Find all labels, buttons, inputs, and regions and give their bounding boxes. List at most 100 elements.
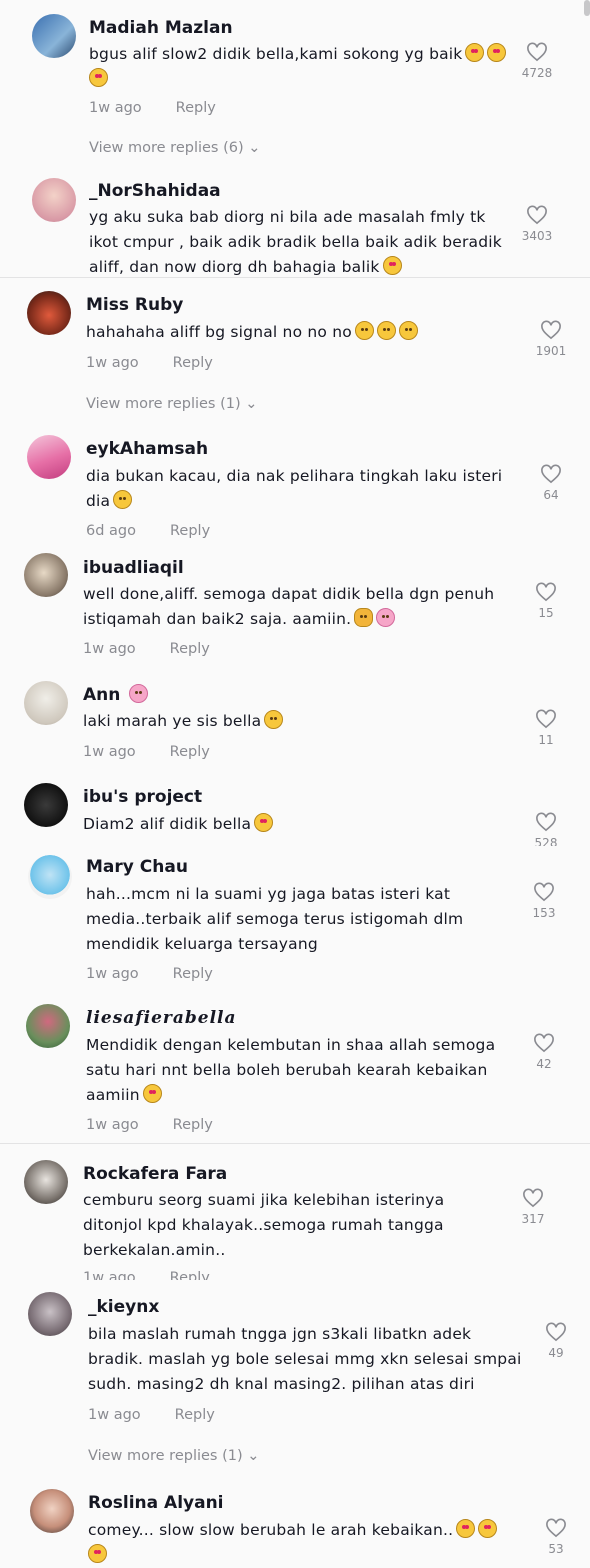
like-button[interactable]: 64 (531, 464, 571, 502)
username[interactable]: Rockafera Fara (83, 1164, 227, 1184)
reply-button[interactable]: Reply (170, 641, 210, 657)
like-button[interactable]: 317 (513, 1188, 553, 1226)
like-count: 11 (538, 733, 554, 747)
smiling-face-hearts-icon (456, 1519, 476, 1538)
bouquet-icon (376, 608, 396, 627)
avatar[interactable] (28, 855, 72, 899)
comment-text: dia bukan kacau, dia nak pelihara tingka… (86, 467, 503, 510)
reply-button[interactable]: Reply (170, 744, 210, 760)
like-count: 53 (548, 1542, 564, 1556)
comment-text: comey... slow slow berubah le arah kebai… (88, 1518, 508, 1568)
avatar[interactable] (27, 435, 71, 479)
like-count: 153 (532, 906, 556, 920)
view-more-replies[interactable]: View more replies (1) ⌄ (86, 396, 257, 412)
view-more-replies[interactable]: View more replies (1) ⌄ (88, 1448, 259, 1464)
like-button[interactable]: 4728 (517, 42, 557, 80)
comment-text: cemburu seorg suami jika kelebihan ister… (83, 1191, 445, 1259)
username[interactable]: _NorShahidaa (89, 181, 221, 201)
heart-outline-icon (536, 709, 556, 729)
like-count: 64 (543, 488, 559, 502)
avatar[interactable] (24, 783, 68, 827)
username[interactable]: Ann (83, 684, 149, 705)
avatar[interactable] (28, 1292, 72, 1336)
avatar[interactable] (32, 178, 76, 222)
open-hands-icon (354, 608, 374, 627)
reply-button[interactable]: Reply (173, 1117, 213, 1133)
comment-text: Diam2 alif didik bella (83, 812, 503, 837)
reply-button[interactable]: Reply (170, 1270, 210, 1280)
username[interactable]: Madiah Mazlan (89, 18, 233, 38)
view-more-replies[interactable]: View more replies (6) ⌄ (89, 140, 260, 156)
grinning-face-icon (376, 321, 396, 340)
heart-outline-icon (541, 464, 561, 484)
like-count: 42 (536, 1057, 552, 1071)
scrollbar[interactable] (584, 0, 590, 16)
comment-meta: 1w ago Reply (86, 966, 213, 982)
like-button[interactable]: 3403 (517, 205, 557, 243)
heart-outline-icon (527, 42, 547, 62)
comment-text: well done,aliff. semoga dapat didik bell… (83, 585, 495, 628)
username[interactable]: ibu's project (83, 787, 202, 807)
reply-button[interactable]: Reply (170, 523, 210, 539)
comment-meta: 1w ago Reply (89, 100, 216, 116)
username[interactable]: liesafierabella (86, 1008, 237, 1028)
comment-meta: 1w ago Reply (83, 1270, 210, 1280)
like-button[interactable]: 53 (536, 1518, 576, 1556)
grinning-face-icon (398, 321, 418, 340)
like-count: 317 (521, 1212, 545, 1226)
username[interactable]: Mary Chau (86, 857, 188, 877)
username[interactable]: Miss Ruby (86, 295, 183, 315)
grinning-sweat-face-icon (264, 710, 284, 729)
avatar[interactable] (30, 1489, 74, 1533)
heart-outline-icon (534, 1033, 554, 1053)
worried-face-icon (113, 490, 133, 509)
like-count: 15 (538, 606, 554, 620)
smiling-face-hearts-icon (382, 256, 402, 275)
like-button[interactable]: 42 (524, 1033, 564, 1071)
reply-button[interactable]: Reply (175, 1407, 215, 1423)
heart-outline-icon (527, 205, 547, 225)
like-button[interactable]: 49 (536, 1322, 576, 1360)
comment-meta: 1w ago Reply (86, 355, 213, 371)
username[interactable]: _kieynx (88, 1297, 159, 1317)
avatar[interactable] (26, 1004, 70, 1048)
like-count: 4728 (521, 66, 553, 80)
heart-outline-icon (536, 582, 556, 602)
comment-meta: 1w ago Reply (83, 744, 210, 760)
smiling-face-hearts-icon (142, 1084, 162, 1103)
comment-text: hah...mcm ni la suami yg jaga batas iste… (86, 885, 464, 953)
comment-meta: 1w ago Reply (88, 1407, 215, 1423)
divider (0, 1143, 590, 1144)
reply-button[interactable]: Reply (176, 100, 216, 116)
smiling-face-hearts-icon (88, 1544, 107, 1563)
avatar[interactable] (32, 14, 76, 58)
like-button[interactable]: 528 (526, 812, 566, 846)
smiling-face-hearts-icon (254, 813, 274, 832)
avatar[interactable] (24, 553, 68, 597)
chevron-down-icon: ⌄ (248, 140, 261, 156)
username[interactable]: eykAhamsah (86, 439, 208, 459)
comment-text: hahahaha aliff bg signal no no no (86, 320, 506, 345)
like-button[interactable]: 153 (524, 882, 564, 920)
like-count: 3403 (521, 229, 553, 243)
like-count: 49 (548, 1346, 564, 1360)
comment-text: Mendidik dengan kelembutan in shaa allah… (86, 1036, 496, 1104)
avatar[interactable] (27, 291, 71, 335)
username[interactable]: ibuadliaqil (83, 558, 184, 578)
avatar[interactable] (24, 681, 68, 725)
like-button[interactable]: 15 (526, 582, 566, 620)
comment-text: yg aku suka bab diorg ni bila ade masala… (89, 208, 502, 276)
avatar[interactable] (24, 1160, 68, 1204)
heart-outline-icon (534, 882, 554, 902)
smiling-face-hearts-icon (465, 43, 485, 62)
chevron-down-icon: ⌄ (247, 1448, 260, 1464)
username[interactable]: Roslina Alyani (88, 1493, 224, 1513)
reply-button[interactable]: Reply (173, 966, 213, 982)
comment-text: bgus alif slow2 didik bella,kami sokong … (89, 42, 509, 92)
like-button[interactable]: 1901 (531, 320, 571, 358)
reply-button[interactable]: Reply (173, 355, 213, 371)
comment-meta: 1w ago Reply (86, 1117, 213, 1133)
comment-text: laki marah ye sis bella (83, 709, 503, 734)
like-button[interactable]: 11 (526, 709, 566, 747)
heart-outline-icon (546, 1322, 566, 1342)
